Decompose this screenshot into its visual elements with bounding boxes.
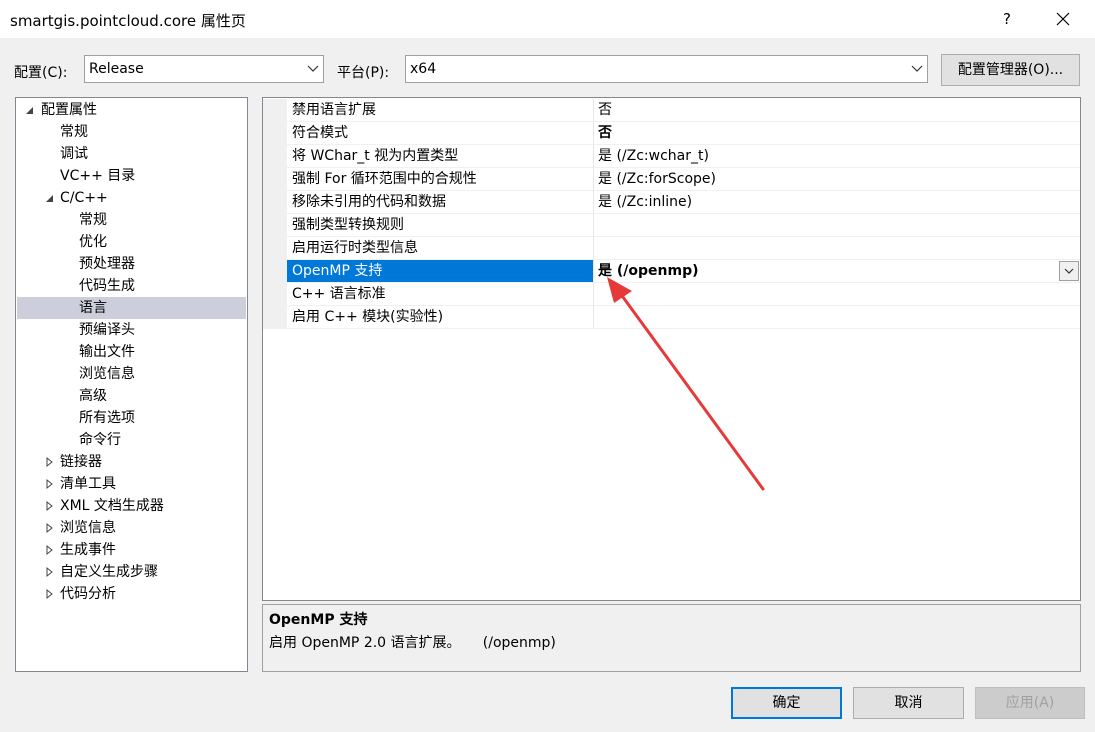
collapsed-triangle-icon [46,588,53,600]
platform-dropdown[interactable]: x64 [405,55,928,83]
tree-item-advanced[interactable]: 高级 [79,385,107,407]
property-value[interactable] [593,237,1080,260]
value-dropdown-button[interactable] [1059,261,1079,281]
collapsed-triangle-icon [46,456,53,468]
openmp-value-dropdown[interactable]: 是 (/openmp) [593,260,1080,283]
property-grid: 禁用语言扩展 否 符合模式 否 将 WChar_t 视为内置类型 是 (/Zc:… [262,97,1081,601]
platform-value: x64 [410,61,437,77]
tree-item-language[interactable]: 语言 [79,297,107,319]
tree-item-cpp-general[interactable]: 常规 [79,209,107,231]
tree-item-debugging[interactable]: 调试 [60,143,88,165]
property-row[interactable]: 强制 For 循环范围中的合规性 是 (/Zc:forScope) [263,168,1080,191]
property-value[interactable]: 是 (/Zc:inline) [593,191,1080,214]
property-row[interactable]: 启用运行时类型信息 [263,237,1080,260]
help-button[interactable]: ? [992,4,1022,34]
property-name: 符合模式 [287,122,593,145]
tree-item-vc-directories[interactable]: VC++ 目录 [60,165,135,187]
collapsed-triangle-icon [46,566,53,578]
property-value[interactable] [593,214,1080,237]
property-row[interactable]: 强制类型转换规则 [263,214,1080,237]
collapsed-triangle-icon [46,500,53,512]
settings-tree: 配置属性 常规 调试 VC++ 目录 C/C++ 常规 优化 预处理器 代码生成… [15,97,248,672]
collapsed-triangle-icon [46,522,53,534]
chevron-down-icon [1064,268,1074,274]
property-row-openmp-selected[interactable]: OpenMP 支持 是 (/openmp) [263,260,1080,283]
tree-item-optimization[interactable]: 优化 [79,231,107,253]
property-name: 启用运行时类型信息 [287,237,593,260]
property-row[interactable]: 移除未引用的代码和数据 是 (/Zc:inline) [263,191,1080,214]
property-value: 是 (/openmp) [598,263,699,279]
config-dropdown[interactable]: Release [84,55,324,83]
expanded-triangle-icon [26,107,33,114]
property-name: 启用 C++ 模块(实验性) [287,306,593,329]
title-bar: smartgis.pointcloud.core 属性页 ? [0,0,1095,38]
property-name: 强制类型转换规则 [287,214,593,237]
property-name: 禁用语言扩展 [287,99,593,122]
tree-item-browse-info[interactable]: 浏览信息 [79,363,135,385]
description-panel: OpenMP 支持 启用 OpenMP 2.0 语言扩展。 (/openmp) [262,604,1081,672]
property-name: OpenMP 支持 [287,260,593,283]
tree-item-command-line[interactable]: 命令行 [79,429,121,451]
tree-item-preprocessor[interactable]: 预处理器 [79,253,135,275]
property-value[interactable] [593,283,1080,306]
ok-button[interactable]: 确定 [731,687,842,719]
property-name: 强制 For 循环范围中的合规性 [287,168,593,191]
tree-item-precompiled-headers[interactable]: 预编译头 [79,319,135,341]
expanded-triangle-icon [46,195,53,202]
property-name: 将 WChar_t 视为内置类型 [287,145,593,168]
description-text: 启用 OpenMP 2.0 语言扩展。 (/openmp) [269,635,556,651]
close-button[interactable] [1048,4,1078,34]
tree-item-output-files[interactable]: 输出文件 [79,341,135,363]
config-label: 配置(C): [14,65,68,81]
tree-item-code-generation[interactable]: 代码生成 [79,275,135,297]
property-row[interactable]: 符合模式 否 [263,122,1080,145]
property-value[interactable]: 是 (/Zc:forScope) [593,168,1080,191]
description-title: OpenMP 支持 [269,612,368,628]
property-value[interactable] [593,306,1080,329]
close-icon [1056,12,1070,26]
property-row[interactable]: 启用 C++ 模块(实验性) [263,306,1080,329]
tree-selection-highlight [17,297,246,319]
property-name: C++ 语言标准 [287,283,593,306]
tree-item-general[interactable]: 常规 [60,121,88,143]
property-value[interactable]: 否 [593,122,1080,145]
window-title: smartgis.pointcloud.core 属性页 [10,12,246,30]
property-row[interactable]: 将 WChar_t 视为内置类型 是 (/Zc:wchar_t) [263,145,1080,168]
collapsed-triangle-icon [46,478,53,490]
collapsed-triangle-icon [46,544,53,556]
chevron-down-icon [307,65,319,72]
property-row[interactable]: 禁用语言扩展 否 [263,99,1080,122]
cancel-button[interactable]: 取消 [853,687,964,719]
property-row[interactable]: C++ 语言标准 [263,283,1080,306]
platform-label: 平台(P): [337,65,390,81]
config-manager-button[interactable]: 配置管理器(O)... [941,54,1080,86]
property-value[interactable]: 否 [593,99,1080,122]
tree-item-all-options[interactable]: 所有选项 [79,407,135,429]
property-value[interactable]: 是 (/Zc:wchar_t) [593,145,1080,168]
chevron-down-icon [911,65,923,72]
config-value: Release [89,61,144,77]
apply-button[interactable]: 应用(A) [975,687,1085,719]
property-name: 移除未引用的代码和数据 [287,191,593,214]
